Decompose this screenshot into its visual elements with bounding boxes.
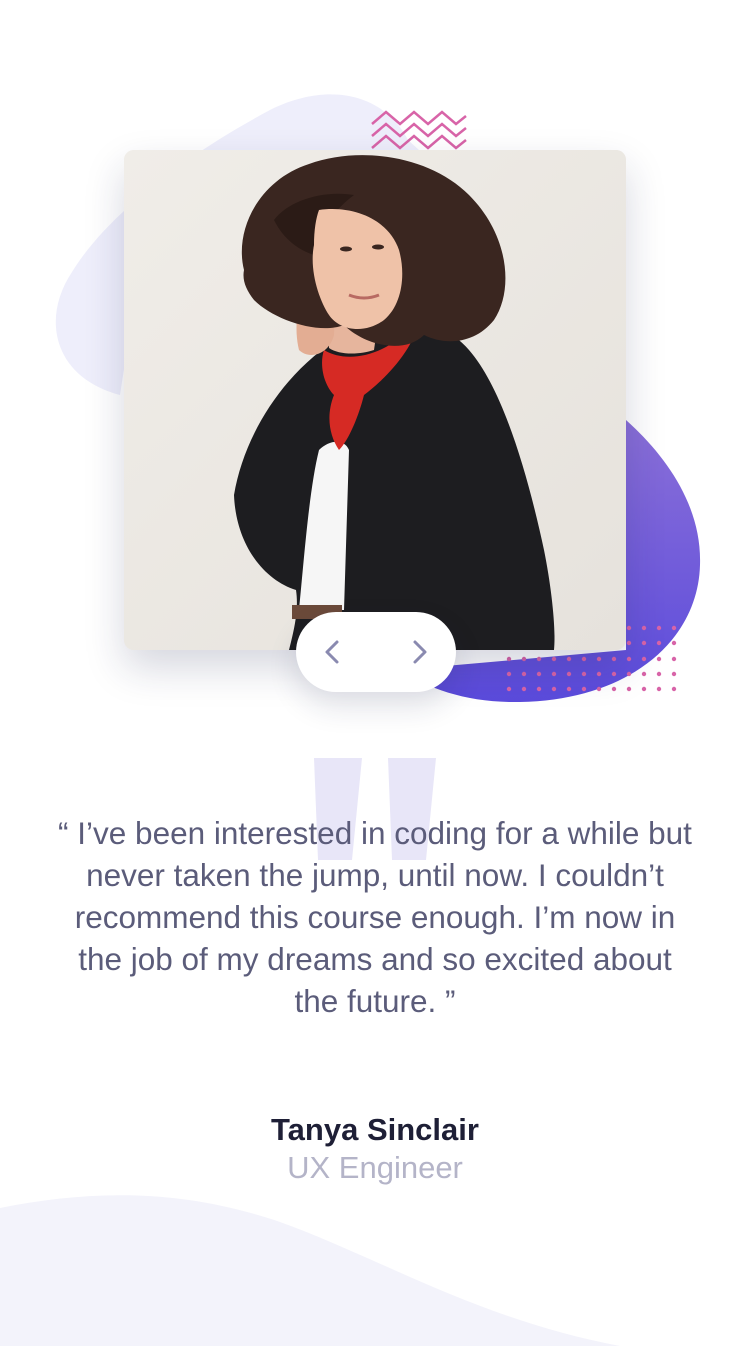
testimonial-nav xyxy=(296,612,456,692)
author-name: Tanya Sinclair xyxy=(271,1112,479,1147)
chevron-left-icon xyxy=(325,640,339,664)
author-role: UX Engineer xyxy=(287,1150,463,1185)
chevron-right-icon xyxy=(413,640,427,664)
bottom-curve xyxy=(0,1195,620,1346)
testimonial-photo xyxy=(124,150,626,650)
testimonial-quote: “ I’ve been interested in coding for a w… xyxy=(58,815,692,1019)
next-button[interactable] xyxy=(394,627,444,677)
previous-button[interactable] xyxy=(308,627,358,677)
